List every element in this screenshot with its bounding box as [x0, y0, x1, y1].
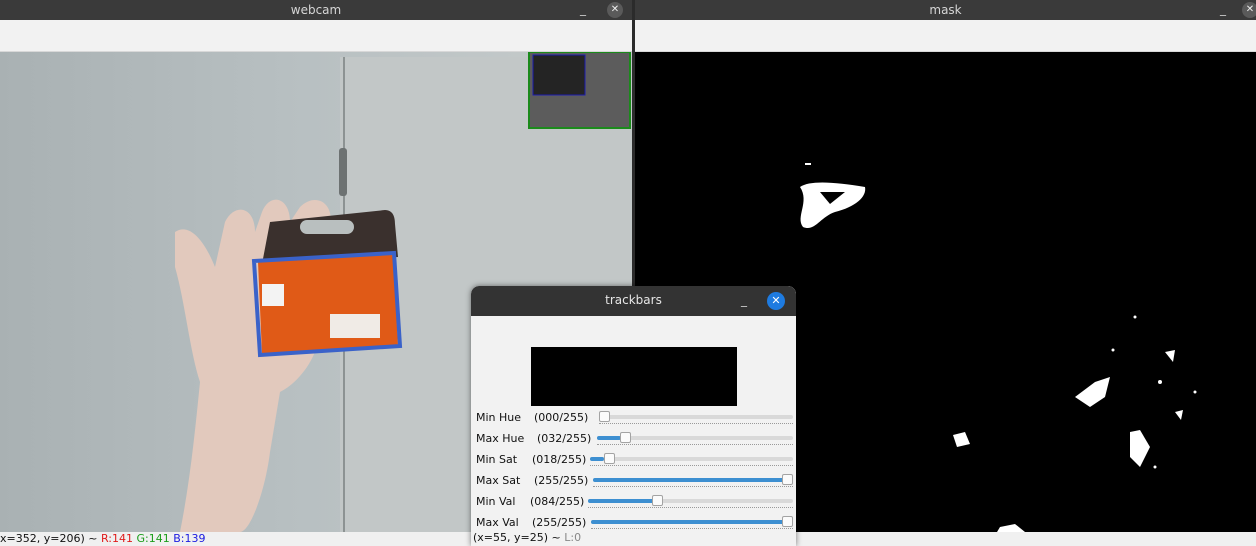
trackbar-label: Min Val [476, 495, 516, 508]
card-sticker [262, 284, 284, 306]
trackbar-slider[interactable] [597, 432, 793, 443]
mask-speck [1133, 315, 1137, 319]
trackbar-ticks [588, 507, 793, 509]
trackbar-fill [588, 499, 654, 503]
trackbars-title: trackbars [605, 293, 662, 307]
trackbar-fill [591, 520, 787, 524]
trackbar-slider[interactable] [588, 495, 793, 506]
trackbar-knob[interactable] [603, 453, 615, 464]
trackbar-value: (000/255) [534, 411, 589, 424]
trackbars-window: trackbars _ ✕ Min Hue (000/255) Max Hue (03… [471, 286, 796, 546]
trackbar-ticks [590, 465, 793, 467]
trackbar-fill [593, 478, 787, 482]
mask-speck [1153, 465, 1157, 469]
trackbar-row: Min Hue (000/255) [476, 408, 794, 428]
trackbar-row: Max Sat (255/255) [476, 471, 794, 491]
mask-speck [1158, 380, 1162, 384]
trackbar-slider[interactable] [590, 453, 793, 464]
trackbar-value: (032/255) [537, 432, 592, 445]
webcam-toolbar [0, 20, 632, 52]
color-preview [531, 347, 737, 406]
close-icon[interactable]: ✕ [1242, 2, 1256, 18]
trackbar-label: Min Hue [476, 411, 522, 424]
trackbar-row: Min Sat (018/255) [476, 450, 794, 470]
webcam-titlebar: webcam _ ✕ [0, 0, 632, 20]
mask-blob [1175, 410, 1183, 420]
trackbar-value: (255/255) [532, 516, 587, 529]
close-icon[interactable]: ✕ [767, 292, 785, 310]
door-handle [339, 148, 347, 196]
mask-blob [1075, 377, 1110, 407]
trackbar-row: Min Val (084/255) [476, 492, 794, 512]
pixel-g: G:141 [136, 532, 170, 545]
trackbars-coords: (x=55, y=25) ~ [473, 531, 565, 544]
trackbar-slider[interactable] [599, 411, 793, 422]
trackbar-knob[interactable] [620, 432, 632, 443]
trackbar-ticks [591, 528, 793, 530]
trackbar-fill [597, 436, 621, 440]
card-hole [300, 220, 354, 234]
close-icon[interactable]: ✕ [607, 2, 623, 18]
mask-blob [1165, 350, 1175, 362]
mask-speck [1193, 390, 1197, 394]
minimize-icon[interactable]: _ [580, 2, 586, 16]
trackbar-ticks [597, 444, 793, 446]
trackbar-slider[interactable] [591, 516, 793, 527]
roi-thumbnail-inner [532, 54, 586, 96]
trackbar-knob[interactable] [782, 474, 793, 485]
trackbar-knob[interactable] [782, 516, 793, 527]
trackbar-label: Max Hue [476, 432, 525, 445]
trackbars-l: L:0 [564, 531, 582, 544]
pixel-r: R:141 [100, 532, 133, 545]
mask-blob [953, 432, 970, 447]
trackbar-fill [590, 457, 604, 461]
trackbar-label: Max Val [476, 516, 519, 529]
minimize-icon[interactable]: _ [741, 293, 747, 307]
trackbar-slider[interactable] [593, 474, 793, 485]
minimize-icon[interactable]: _ [1220, 2, 1226, 16]
trackbar-row: Max Val (255/255) [476, 513, 794, 533]
mask-title: mask [929, 3, 962, 17]
trackbar-row: Max Hue (032/255) [476, 429, 794, 449]
card-label [330, 314, 380, 338]
trackbar-label: Max Sat [476, 474, 521, 487]
mask-speck [1111, 348, 1115, 352]
pixel-b: B:139 [173, 532, 206, 545]
pixel-coords: x=352, y=206) ~ [0, 532, 101, 545]
trackbar-label: Min Sat [476, 453, 518, 466]
mask-titlebar: mask _ ✕ [635, 0, 1256, 20]
mask-blob [997, 524, 1025, 532]
trackbar-knob[interactable] [599, 411, 610, 422]
trackbar-ticks [599, 423, 793, 425]
trackbars-status: (x=55, y=25) ~ L:0 [473, 531, 581, 544]
trackbar-value: (255/255) [534, 474, 589, 487]
mask-toolbar [635, 20, 1256, 52]
trackbar-ticks [593, 486, 793, 488]
trackbar-knob[interactable] [651, 495, 663, 506]
trackbar-value: (018/255) [532, 453, 587, 466]
webcam-title: webcam [290, 3, 342, 17]
mask-blob [1130, 430, 1150, 467]
mask-speck [805, 163, 811, 165]
mask-blob-main [800, 182, 866, 229]
trackbars-titlebar: trackbars _ ✕ [471, 286, 796, 316]
trackbar-value: (084/255) [530, 495, 585, 508]
